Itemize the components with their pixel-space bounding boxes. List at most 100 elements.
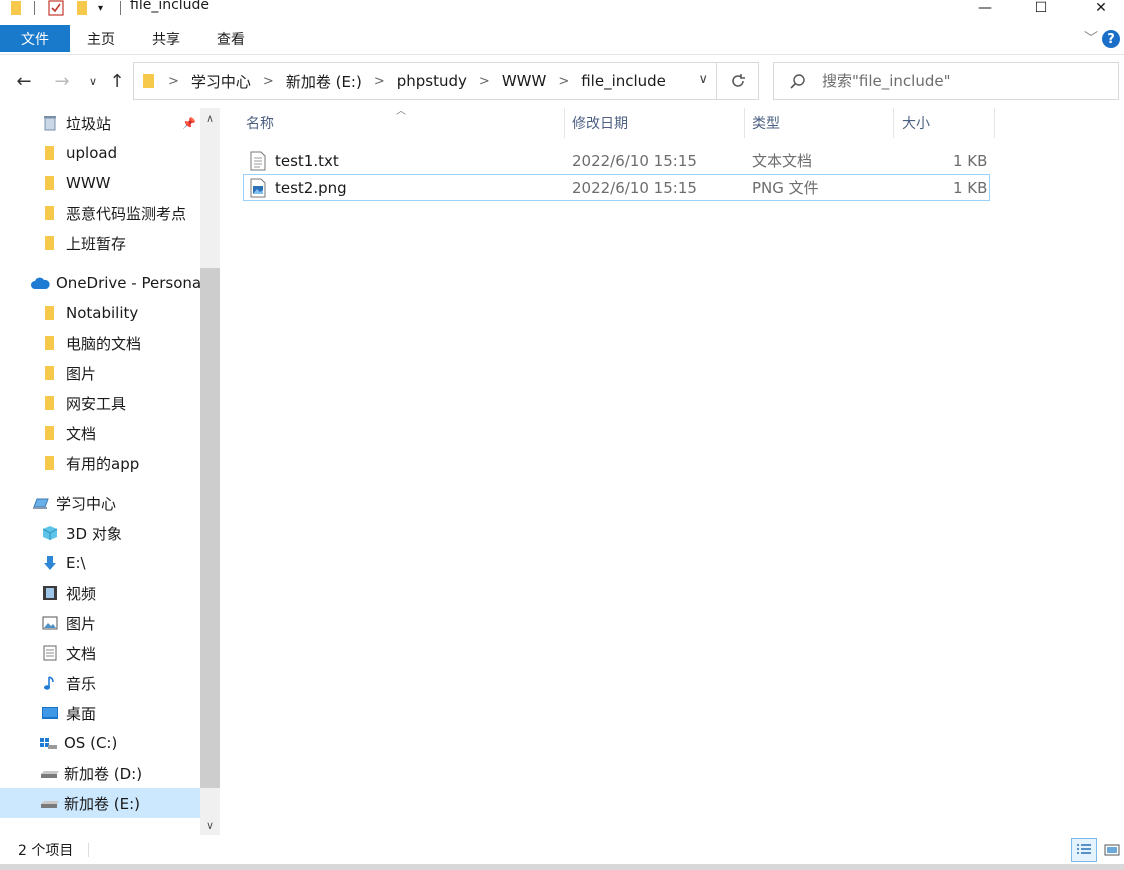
refresh-button[interactable] [717,62,759,100]
sidebar-item-onedrive-docs[interactable]: 文档 [0,418,200,448]
tab-view[interactable]: 查看 [217,25,245,52]
file-name-cell: test1.txt [249,148,339,173]
help-icon[interactable]: ? [1102,30,1120,48]
properties-checkbox-icon[interactable] [48,0,64,16]
sidebar-scrollbar[interactable]: ∧ ∨ [200,108,220,835]
scrollbar-thumb[interactable] [200,268,220,788]
breadcrumb-chevron-icon[interactable]: > [374,74,385,89]
sidebar-item-desktop[interactable]: 桌面 [0,698,200,728]
separator [34,1,35,15]
sidebar-item-documents[interactable]: 文档 [0,638,200,668]
sidebar-item-music[interactable]: 音乐 [0,668,200,698]
breadcrumb-chevron-icon[interactable]: > [558,74,569,89]
tab-share[interactable]: 共享 [152,25,180,52]
tab-home[interactable]: 主页 [87,25,115,52]
item-count: 2 个项目 [18,843,74,859]
file-row[interactable]: test2.png 2022/6/10 15:15 PNG 文件 1 KB [243,174,990,201]
search-box[interactable] [773,62,1119,100]
scroll-up-icon[interactable]: ∧ [200,108,220,128]
drive-icon [41,801,59,808]
quick-access-dropdown-icon[interactable]: ▾ [98,0,103,16]
sidebar-item-e-drive[interactable]: 新加卷 (E:) [0,788,200,818]
folder-icon [45,366,54,380]
back-arrow-icon[interactable]: ← [12,67,36,95]
sidebar-item-malware-notes[interactable]: 恶意代码监测考点 [0,198,200,228]
breadcrumb-item[interactable]: phpstudy [397,72,467,90]
sidebar-item-upload[interactable]: upload [0,138,200,168]
folder-icon [45,146,54,160]
sidebar-item-recycle-bin[interactable]: 垃圾站 📌 [0,108,200,138]
sidebar-item-3d-objects[interactable]: 3D 对象 [0,518,200,548]
scroll-down-icon[interactable]: ∨ [200,815,220,835]
forward-arrow-icon[interactable]: → [50,67,74,95]
sidebar-item-label: 音乐 [66,674,97,693]
folder-icon [10,0,22,16]
column-header-type[interactable]: 类型 [744,108,894,138]
address-dropdown-icon[interactable]: ∨ [698,72,708,87]
file-type: 文本文档 [752,152,813,170]
breadcrumb-item[interactable]: file_include [581,72,666,90]
file-type: PNG 文件 [752,179,819,197]
sidebar-item-useful-apps[interactable]: 有用的app [0,448,200,478]
refresh-icon [731,74,745,87]
sidebar-item-onedrive-pictures[interactable]: 图片 [0,358,200,388]
folder-icon [45,236,54,250]
column-header-name[interactable]: 名称 [238,108,565,138]
file-modified: 2022/6/10 15:15 [572,151,697,170]
large-icons-view-button[interactable] [1099,838,1124,862]
folder-icon [45,206,54,220]
sidebar-item-notability[interactable]: Notability [0,298,200,328]
document-icon [43,645,57,661]
column-header-size[interactable]: 大小 [894,108,995,138]
sidebar-item-label: 网安工具 [66,394,127,413]
new-folder-icon[interactable] [76,0,88,16]
file-row[interactable]: test1.txt 2022/6/10 15:15 文本文档 1 KB [243,148,990,175]
title-bar: ▾ file_include — ☐ ✕ [0,0,1124,18]
file-name: test1.txt [275,151,339,170]
breadcrumb-chevron-icon[interactable]: > [168,74,179,89]
ribbon-expand-chevron-icon[interactable]: ﹀ [1084,28,1098,48]
file-explorer-window: ▾ file_include — ☐ ✕ 文件 主页 共享 查看 ﹀ ? ← →… [0,0,1124,870]
film-icon [43,586,57,600]
sidebar-item-pc-documents[interactable]: 电脑的文档 [0,328,200,358]
breadcrumb-chevron-icon[interactable]: > [479,74,490,89]
sidebar-item-label: E:\ [66,554,86,572]
maximize-button[interactable]: ☐ [1018,0,1064,16]
sidebar-item-work-temp[interactable]: 上班暂存 [0,228,200,258]
sidebar-item-label: 图片 [66,614,97,633]
sidebar-item-e-drive-downloads[interactable]: E:\ [0,548,200,578]
computer-icon [33,498,49,509]
sidebar-item-d-drive[interactable]: 新加卷 (D:) [0,758,200,788]
sidebar-item-label: 上班暂存 [66,234,127,253]
minimize-button[interactable]: — [962,0,1008,16]
sidebar-item-this-pc[interactable]: 学习中心 [0,488,200,518]
sidebar-item-onedrive[interactable]: OneDrive - Personal [0,268,200,298]
sidebar-item-www[interactable]: WWW [0,168,200,198]
folder-icon [45,396,54,410]
sidebar-item-label: 桌面 [66,704,97,723]
cloud-icon [31,277,50,289]
sidebar-item-videos[interactable]: 视频 [0,578,200,608]
sidebar-item-label: OS (C:) [64,734,118,752]
sidebar-item-c-drive[interactable]: OS (C:) [0,728,200,758]
recent-locations-chevron-icon[interactable]: ∨ [84,67,102,95]
search-input[interactable] [822,71,1112,91]
recycle-bin-icon [44,116,56,131]
folder-icon [45,306,54,320]
text-file-icon [250,151,266,170]
column-header-modified[interactable]: 修改日期 [564,108,745,138]
folder-icon [143,74,154,88]
close-button[interactable]: ✕ [1078,0,1124,16]
sidebar-item-pictures[interactable]: 图片 [0,608,200,638]
address-bar[interactable]: > 学习中心 > 新加卷 (E:) > phpstudy > WWW > fil… [133,62,717,100]
details-view-button[interactable] [1071,838,1097,862]
breadcrumb-item[interactable]: 新加卷 (E:) [286,71,362,92]
breadcrumb-item[interactable]: WWW [502,72,547,90]
separator [120,1,121,15]
breadcrumb-chevron-icon[interactable]: > [263,74,274,89]
breadcrumb-item[interactable]: 学习中心 [191,71,251,92]
tab-file[interactable]: 文件 [0,25,70,52]
up-arrow-icon[interactable]: ↑ [106,67,128,95]
pin-icon[interactable]: 📌 [182,117,196,130]
sidebar-item-security-tools[interactable]: 网安工具 [0,388,200,418]
